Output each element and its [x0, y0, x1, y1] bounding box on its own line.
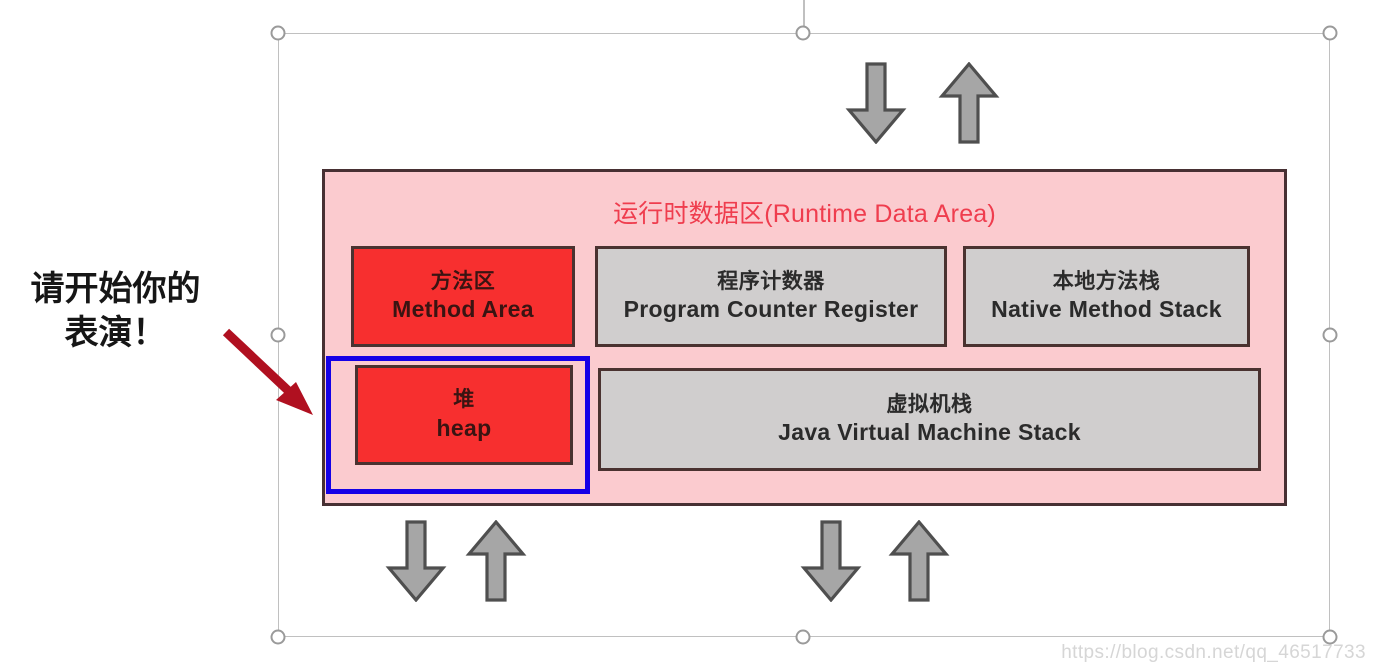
- handle-top-left[interactable]: [270, 25, 286, 41]
- arrow-bottom-left-up-icon: [465, 520, 527, 602]
- annotation-line-2: 表演！: [64, 312, 167, 353]
- arrow-bottom-right-up-icon: [888, 520, 950, 602]
- arrow-top-up-icon: [938, 62, 1000, 144]
- runtime-data-area-title: 运行时数据区(Runtime Data Area): [613, 200, 996, 228]
- heap-highlight-box[interactable]: [326, 356, 590, 494]
- handle-middle-right[interactable]: [1322, 327, 1338, 343]
- block-method-area[interactable]: 方法区 Method Area: [351, 246, 575, 347]
- annotation-line-1: 请开始你的: [30, 269, 201, 309]
- handle-bottom-left[interactable]: [270, 629, 286, 645]
- block-native-method-stack-label-cn: 本地方法栈: [1052, 269, 1161, 293]
- watermark-url: https://blog.csdn.net/qq_46517733: [1061, 642, 1366, 663]
- handle-middle-left[interactable]: [270, 327, 286, 343]
- block-method-area-label-cn: 方法区: [430, 269, 496, 293]
- arrow-top-down-icon: [845, 62, 907, 144]
- block-program-counter-register[interactable]: 程序计数器 Program Counter Register: [595, 246, 947, 347]
- block-program-counter-label-cn: 程序计数器: [717, 269, 825, 293]
- handle-bottom-center[interactable]: [795, 629, 811, 645]
- block-native-method-stack-label-en: Native Method Stack: [991, 296, 1222, 323]
- block-jvm-stack-label-cn: 虚拟机栈: [886, 392, 973, 416]
- annotation-text: 请开始你的 表演！: [8, 268, 223, 355]
- handle-top-center[interactable]: [795, 25, 811, 41]
- block-native-method-stack[interactable]: 本地方法栈 Native Method Stack: [963, 246, 1250, 347]
- red-pointer-arrow-icon: [210, 320, 325, 425]
- block-jvm-stack-label-en: Java Virtual Machine Stack: [778, 419, 1081, 446]
- arrow-bottom-left-down-icon: [385, 520, 447, 602]
- slide-canvas: 运行时数据区(Runtime Data Area) 方法区 Method Are…: [0, 0, 1374, 670]
- block-program-counter-label-en: Program Counter Register: [623, 296, 919, 323]
- handle-top-right[interactable]: [1322, 25, 1338, 41]
- arrow-bottom-right-down-icon: [800, 520, 862, 602]
- block-method-area-label-en: Method Area: [392, 296, 534, 323]
- block-java-virtual-machine-stack[interactable]: 虚拟机栈 Java Virtual Machine Stack: [598, 368, 1261, 471]
